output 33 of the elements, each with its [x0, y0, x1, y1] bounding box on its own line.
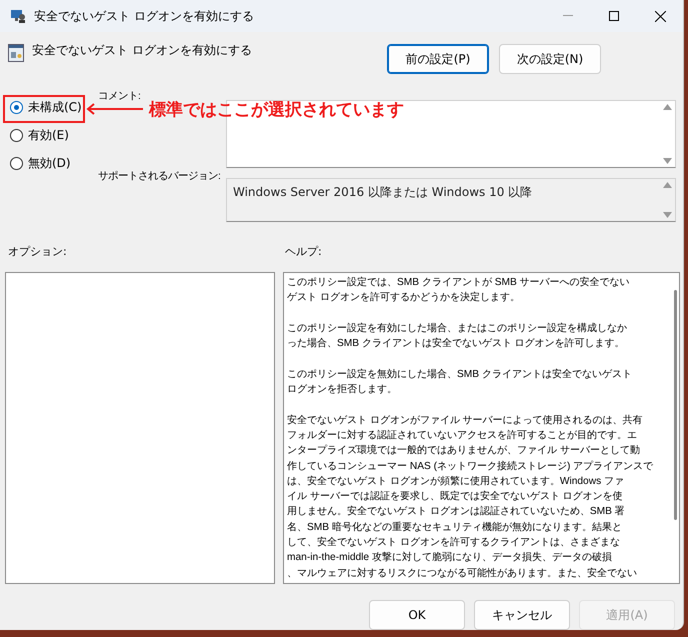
help-paragraph: このポリシー設定を無効にした場合、SMB クライアントは安全でないゲスト ログオンを拒否します。: [287, 368, 633, 398]
next-setting-button[interactable]: 次の設定(N): [499, 44, 601, 74]
supported-versions-field: Windows Server 2016 以降または Windows 10 以降: [226, 178, 676, 222]
help-label: ヘルプ:: [285, 244, 322, 260]
scrollbar-thumb[interactable]: [674, 290, 676, 520]
help-paragraph: 安全でないゲスト ログオンがファイル サーバーによって使用されるのは、共有 フォルダーに対する認証されていないアクセスを許可することが目的です。エ ンタープライズ環境では一般的ではありませんが、ファイル サーバーとして動 作しているコンシューマー NAS (ネットワーク接続ストレージ) アプライアンスで は、安全でないゲスト ログオンが頻繁に使用されています。Windows ファ イル サーバーでは認証を要求し、既定では安全でないゲスト ログオンを使 用しません。安全でないゲスト ログオンは認証されていないため、SMB 署 名、SMB 暗号化などの重要なセキュリティ機能が無効になります。結果と して、安全でないゲスト ログオンを許可するクライアントは、さまざまな man-in-the-middle 攻撃に対して脆弱になり、データ損失、データの破損 、マルウェアに対するリスクにつながる可能性があります。また、安全でない: [287, 414, 654, 581]
radio-button[interactable]: [10, 101, 23, 114]
computer-user-icon: [10, 8, 26, 24]
radio-option[interactable]: 有効(E): [10, 126, 94, 146]
maximize-icon[interactable]: [609, 11, 619, 21]
radio-option[interactable]: 未構成(C): [10, 98, 94, 118]
comment-label: コメント:: [98, 90, 141, 104]
supported-label: サポートされるバージョン:: [98, 170, 221, 184]
policy-settings-icon: [8, 44, 24, 62]
radio-button[interactable]: [10, 157, 23, 170]
radio-button[interactable]: [10, 129, 23, 142]
cancel-button[interactable]: キャンセル: [474, 600, 570, 630]
annotation-arrow: [85, 103, 143, 115]
annotation-text: 標準ではここが選択されています: [149, 98, 404, 120]
radio-option[interactable]: 無効(D): [10, 154, 94, 174]
scroll-down-icon[interactable]: [663, 158, 672, 164]
help-paragraph: このポリシー設定を有効にした場合、またはこのポリシー設定を構成しなか った場合、SMB クライアントは安全でないゲスト ログオンを許可します。: [287, 322, 628, 352]
options-label: オプション:: [8, 244, 68, 260]
scroll-up-icon[interactable]: [663, 104, 672, 110]
minimize-icon[interactable]: [563, 15, 573, 17]
ok-button[interactable]: OK: [369, 600, 465, 630]
previous-setting-button[interactable]: 前の設定(P): [387, 44, 489, 74]
scroll-down-icon[interactable]: [663, 212, 672, 218]
close-icon[interactable]: [654, 10, 666, 22]
window-title: 安全でないゲスト ログオンを有効にする: [34, 8, 255, 24]
policy-title: 安全でないゲスト ログオンを有効にする: [32, 42, 253, 59]
help-paragraph: このポリシー設定では、SMB クライアントが SMB サーバーへの安全でない ゲスト ログオンを許可するかどうかを決定します。: [287, 276, 631, 306]
scroll-up-icon[interactable]: [663, 182, 672, 188]
